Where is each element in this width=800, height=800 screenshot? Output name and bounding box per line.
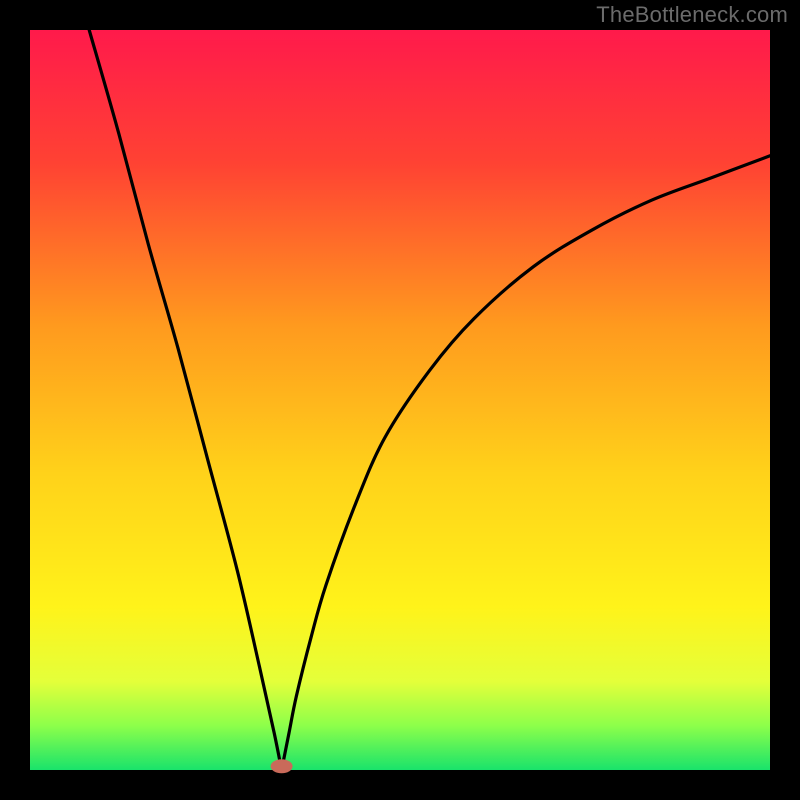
gradient-background xyxy=(30,30,770,770)
chart-frame: { "watermark": "TheBottleneck.com", "cha… xyxy=(0,0,800,800)
vertex-marker xyxy=(271,759,293,773)
watermark-text: TheBottleneck.com xyxy=(596,2,788,28)
bottleneck-chart xyxy=(0,0,800,800)
